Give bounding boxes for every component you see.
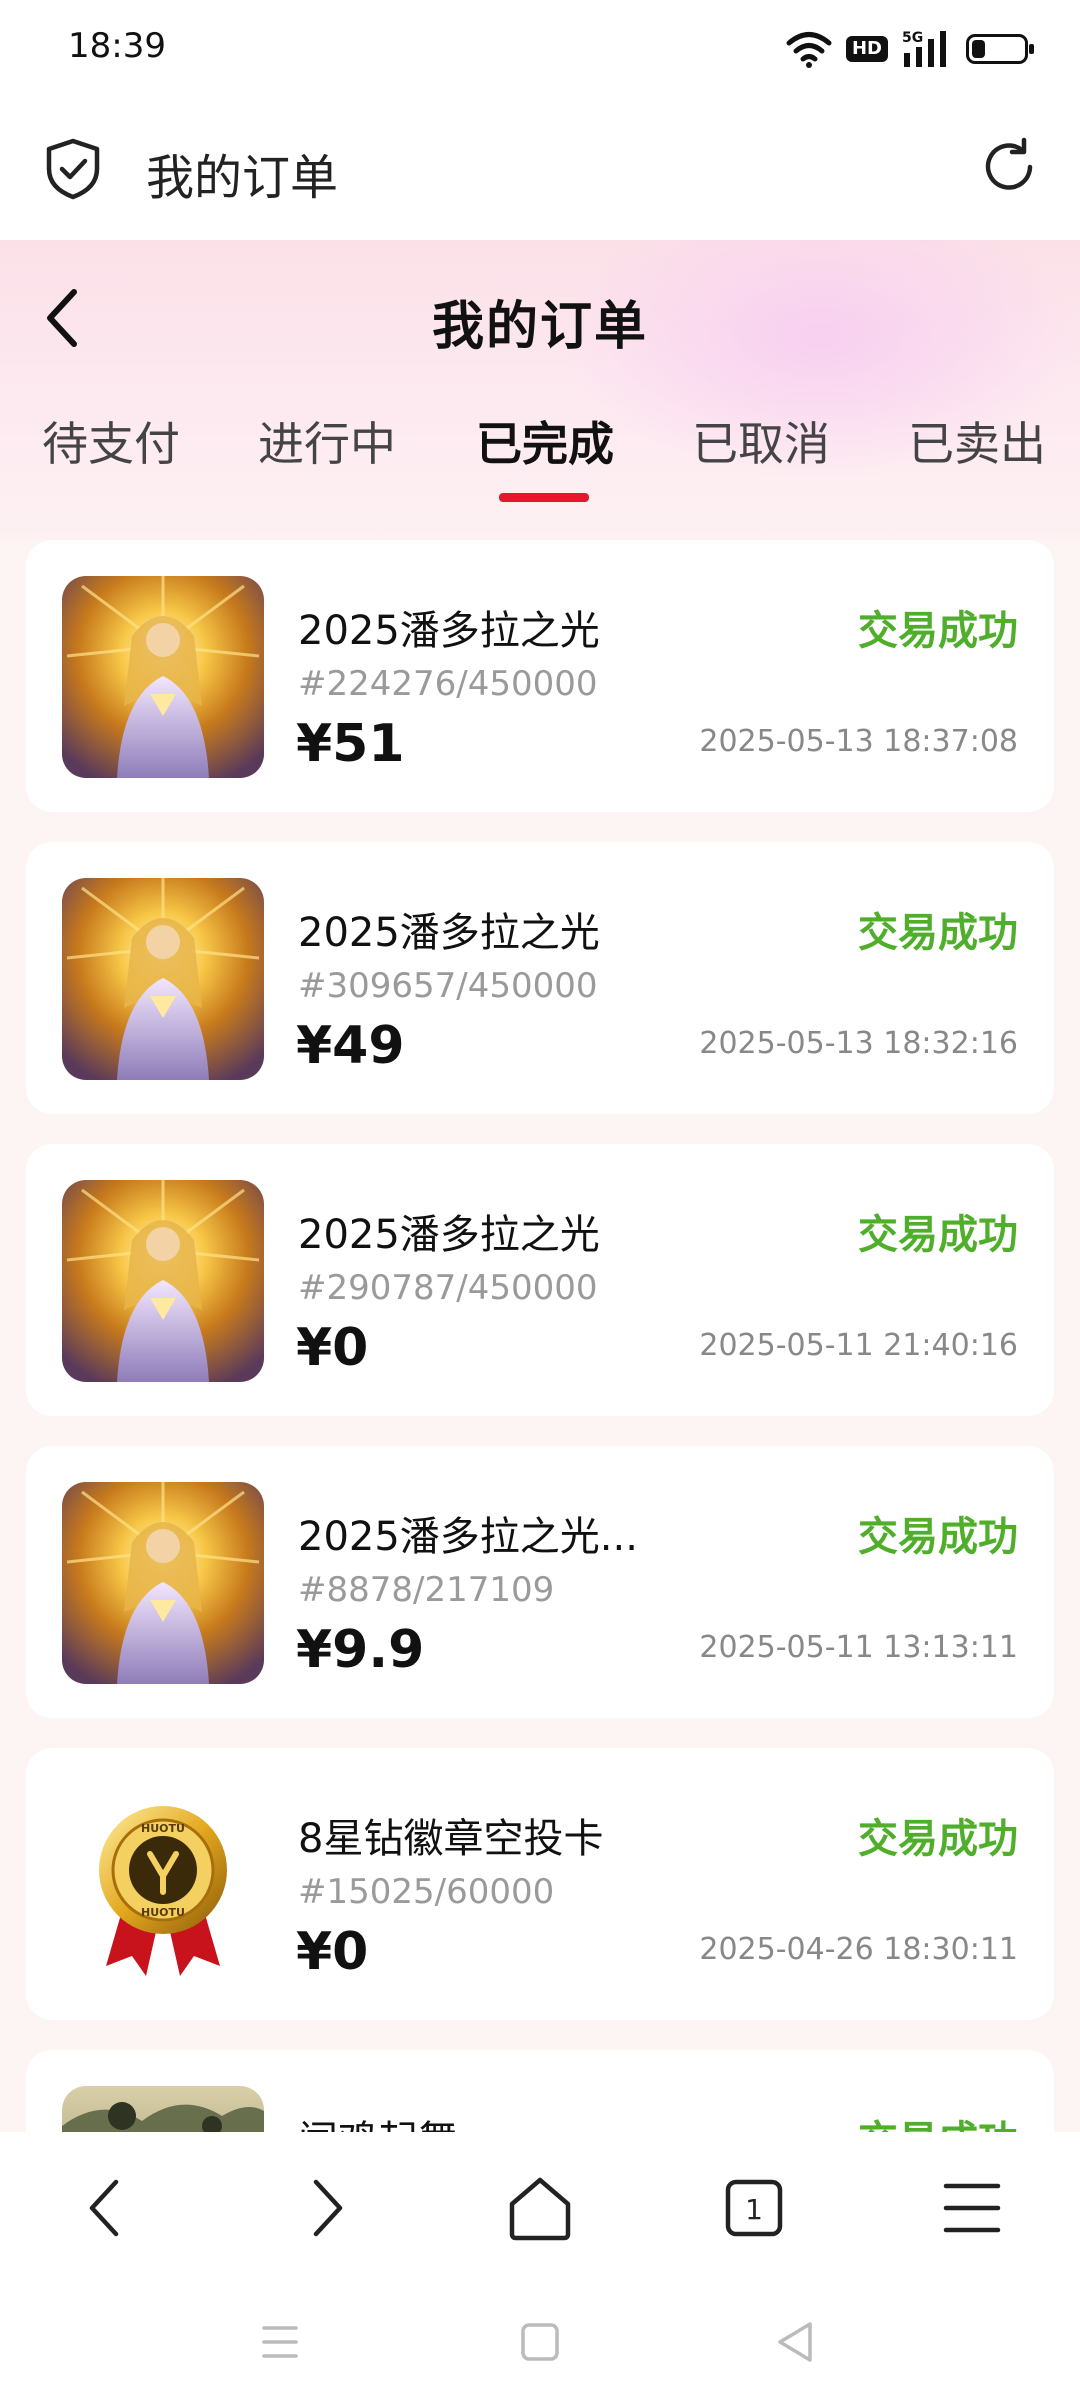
order-card[interactable]: HUOTU HUOTU 8星钻徽章空投卡 #15025/60000 ¥0 交易成…	[26, 1748, 1054, 2020]
signal-5g-icon: 5G	[902, 30, 946, 67]
battery-level	[972, 40, 985, 58]
tab-completed[interactable]: 已完成	[476, 408, 614, 474]
battery-icon	[966, 34, 1034, 64]
order-name: 2025潘多拉之光	[298, 910, 600, 956]
order-serial: #224276/450000	[298, 664, 598, 704]
order-name: 8星钻徽章空投卡	[298, 1816, 604, 1862]
forward-arrow-icon[interactable]	[284, 2168, 364, 2248]
golden-goddess-artwork	[62, 1482, 264, 1684]
order-time: 2025-05-11 21:40:16	[699, 1328, 1018, 1363]
svg-text:HUOTU: HUOTU	[141, 1906, 185, 1919]
back-triangle-icon[interactable]	[766, 2312, 826, 2372]
tab-sold[interactable]: 已卖出	[908, 408, 1046, 474]
order-status: 交易成功	[858, 608, 1018, 654]
order-name: 闻鸡起舞	[298, 2108, 458, 2132]
hd-icon: HD	[845, 36, 888, 62]
refresh-icon[interactable]	[978, 136, 1040, 198]
order-card[interactable]: 2025潘多拉之光 #290787/450000 ¥0 交易成功 2025-05…	[26, 1144, 1054, 1416]
status-bar: 18:39 HD 5G	[0, 0, 1080, 96]
recents-icon[interactable]	[250, 2312, 310, 2372]
home-icon[interactable]	[500, 2168, 580, 2248]
svg-text:5G: 5G	[902, 30, 923, 46]
order-time: 2025-05-13 18:37:08	[699, 724, 1018, 759]
page-title: 我的订单	[431, 297, 648, 357]
browser-header: 我的订单	[0, 96, 1080, 241]
tab-in-progress[interactable]: 进行中	[258, 408, 396, 474]
order-serial: #8878/217109	[298, 1570, 555, 1610]
order-name: 2025潘多拉之光	[298, 1212, 600, 1258]
golden-goddess-artwork	[62, 878, 264, 1080]
landscape-painting	[62, 2086, 264, 2132]
shield-check-icon[interactable]	[40, 136, 106, 202]
golden-goddess-artwork	[62, 576, 264, 778]
order-card[interactable]: 闻鸡起舞 交易成功	[26, 2050, 1054, 2132]
order-serial: #309657/450000	[298, 966, 598, 1006]
system-nav-bar	[0, 2272, 1080, 2408]
order-time: 2025-05-13 18:32:16	[699, 1026, 1018, 1061]
order-card[interactable]: 2025潘多拉之光 #224276/450000 ¥51 交易成功 2025-0…	[26, 540, 1054, 812]
order-time: 2025-04-26 18:30:11	[699, 1932, 1018, 1967]
order-price: ¥49	[296, 1016, 405, 1076]
svg-text:HUOTU: HUOTU	[141, 1822, 185, 1835]
gold-medal-badge: HUOTU HUOTU	[62, 1784, 264, 1986]
order-serial: #15025/60000	[298, 1872, 555, 1912]
tab-pending-payment[interactable]: 待支付	[42, 408, 180, 474]
order-serial: #290787/450000	[298, 1268, 598, 1308]
order-price: ¥9.9	[296, 1620, 425, 1680]
order-card[interactable]: 2025潘多拉之光... #8878/217109 ¥9.9 交易成功 2025…	[26, 1446, 1054, 1718]
order-status: 交易成功	[858, 1816, 1018, 1862]
order-price: ¥51	[296, 714, 405, 774]
browser-bottom-nav: 1	[0, 2132, 1080, 2272]
order-price: ¥0	[296, 1318, 369, 1378]
order-status: 交易成功	[858, 1212, 1018, 1258]
status-time: 18:39	[68, 26, 166, 66]
menu-icon[interactable]	[932, 2168, 1012, 2248]
wifi-icon	[786, 32, 832, 68]
page-header: 我的订单 待支付 进行中 已完成 已取消 已卖出	[0, 240, 1080, 540]
order-list: 2025潘多拉之光 #224276/450000 ¥51 交易成功 2025-0…	[0, 540, 1080, 2132]
golden-goddess-artwork	[62, 1180, 264, 1382]
active-tab-indicator	[499, 493, 589, 502]
tabs-icon[interactable]: 1	[714, 2168, 794, 2248]
order-status: 交易成功	[858, 1514, 1018, 1560]
order-tabs: 待支付 进行中 已完成 已取消 已卖出	[0, 408, 1080, 488]
order-name: 2025潘多拉之光...	[298, 1514, 638, 1560]
order-card[interactable]: 2025潘多拉之光 #309657/450000 ¥49 交易成功 2025-0…	[26, 842, 1054, 1114]
order-time: 2025-05-11 13:13:11	[699, 1630, 1018, 1665]
order-name: 2025潘多拉之光	[298, 608, 600, 654]
browser-title: 我的订单	[146, 150, 339, 206]
order-status: 交易成功	[858, 910, 1018, 956]
order-price: ¥0	[296, 1922, 369, 1982]
svg-text:1: 1	[745, 2193, 763, 2226]
tab-cancelled[interactable]: 已取消	[692, 408, 830, 474]
order-status: 交易成功	[858, 2108, 1018, 2132]
home-square-icon[interactable]	[510, 2312, 570, 2372]
status-icons: HD 5G	[786, 26, 1034, 72]
back-arrow-icon[interactable]	[68, 2168, 148, 2248]
